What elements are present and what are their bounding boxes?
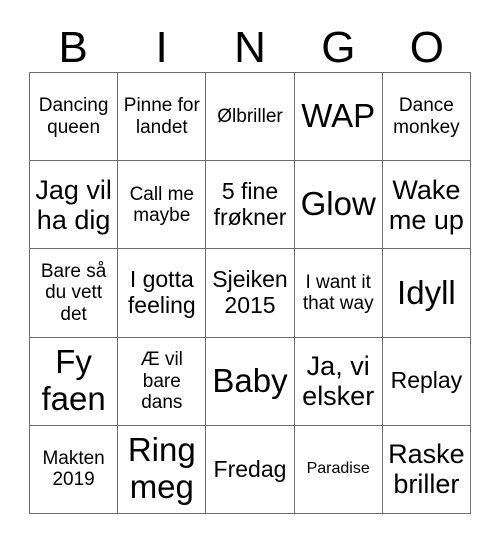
bingo-cell-n4[interactable]: Baby [206,337,295,426]
bingo-cell-g4[interactable]: Ja, vi elsker [294,337,383,426]
bingo-cell-n3[interactable]: Sjeiken 2015 [206,249,295,338]
bingo-cell-label: Replay [390,367,463,394]
bingo-cell-b3[interactable]: Bare så du vett det [30,249,119,338]
bingo-cell-o1[interactable]: Dance monkey [382,73,471,162]
bingo-cell-label: Æ vil bare dans [140,349,183,413]
bingo-cell-b5[interactable]: Makten 2019 [30,425,119,514]
bingo-cell-label: Makten 2019 [42,448,105,491]
bingo-cell-n2[interactable]: 5 fine frøkner [206,161,295,250]
bingo-cell-label: Bare så du vett det [40,261,107,325]
bingo-grid: Dancing queen Pinne for landet Ølbriller… [29,72,471,514]
bingo-cell-g2[interactable]: Glow [294,161,383,250]
bingo-cell-label: Fredag [213,455,287,482]
bingo-cell-i2[interactable]: Call me maybe [118,161,207,250]
bingo-cell-b2[interactable]: Jag vil ha dig [30,161,119,250]
bingo-cell-o5[interactable]: Raske briller [382,425,471,514]
bingo-header-letter-g: G [321,23,356,72]
bingo-cell-label: Dance monkey [393,95,460,138]
bingo-cell-g5[interactable]: Paradise [294,425,383,514]
bingo-cell-label: Raske briller [388,439,465,500]
bingo-cell-i3[interactable]: I gotta feeling [118,249,207,338]
bingo-cell-label: I gotta feeling [127,266,196,318]
bingo-card: B I N G O Dancing queen Pinne for landet… [0,0,500,544]
bingo-cell-label: Glow [300,185,376,223]
bingo-cell-n1[interactable]: Ølbriller [206,73,295,162]
bingo-cell-label: Wake me up [388,174,464,235]
bingo-cell-label: 5 fine frøkner [213,178,287,230]
bingo-cell-label: Paradise [306,460,370,478]
bingo-cell-label: I want it that way [302,271,374,314]
bingo-cell-label: Pinne for landet [123,95,200,138]
bingo-header-letter-o: O [409,23,444,72]
bingo-cell-i5[interactable]: Ring meg [118,425,207,514]
bingo-cell-label: Ja, vi elsker [302,350,375,412]
bingo-cell-i4[interactable]: Æ vil bare dans [118,337,207,426]
bingo-cell-label: Jag vil ha dig [35,174,112,235]
bingo-cell-b1[interactable]: Dancing queen [30,73,119,162]
bingo-header-letter-i: I [155,23,168,72]
bingo-cell-label: Sjeiken 2015 [212,266,288,318]
bingo-cell-label: Idyll [397,273,456,311]
bingo-cell-o2[interactable]: Wake me up [382,161,471,250]
bingo-cell-label: Baby [212,361,288,399]
bingo-header-letter-b: B [58,23,88,72]
bingo-header-row: B I N G O [29,18,471,72]
bingo-cell-i1[interactable]: Pinne for landet [118,73,207,162]
bingo-cell-g3[interactable]: I want it that way [294,249,383,338]
bingo-cell-n5[interactable]: Fredag [206,425,295,514]
bingo-cell-label: Ring meg [127,431,196,506]
bingo-cell-o3[interactable]: Idyll [382,249,471,338]
bingo-cell-label: Fy faen [41,343,106,418]
bingo-cell-o4[interactable]: Replay [382,337,471,426]
bingo-cell-label: Call me maybe [129,183,194,226]
bingo-cell-label: Dancing queen [38,95,109,138]
bingo-header-letter-n: N [234,23,266,72]
bingo-cell-label: Ølbriller [217,105,283,127]
bingo-cell-label: WAP [301,97,376,135]
bingo-cell-g1[interactable]: WAP [294,73,383,162]
bingo-cell-b4[interactable]: Fy faen [30,337,119,426]
